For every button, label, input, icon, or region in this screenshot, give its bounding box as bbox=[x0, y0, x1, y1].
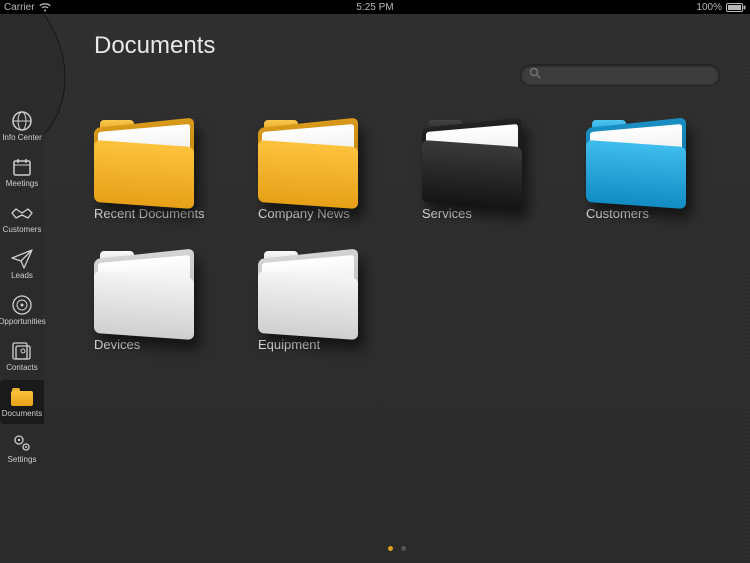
folder-icon bbox=[258, 251, 358, 331]
page-indicator[interactable] bbox=[388, 546, 406, 551]
sidebar-item-label: Contacts bbox=[6, 364, 38, 372]
sidebar-item-documents[interactable]: Documents bbox=[0, 380, 44, 424]
page-dot-1[interactable] bbox=[388, 546, 393, 551]
sidebar-item-leads[interactable]: Leads bbox=[0, 242, 44, 286]
sidebar-item-label: Customers bbox=[3, 226, 42, 234]
wifi-icon bbox=[39, 3, 51, 12]
sidebar-item-label: Opportunities bbox=[0, 318, 46, 326]
folder-label: Services bbox=[422, 206, 556, 221]
target-icon bbox=[10, 294, 34, 316]
battery-label: 100% bbox=[696, 2, 722, 13]
sidebar-item-label: Meetings bbox=[6, 180, 38, 188]
sidebar-item-customers[interactable]: Customers bbox=[0, 196, 44, 240]
folder-icon bbox=[422, 120, 522, 200]
folder-label: Devices bbox=[94, 337, 228, 352]
sidebar: Info Center Meetings Customers Leads Opp… bbox=[0, 14, 44, 563]
search-box[interactable] bbox=[520, 64, 720, 86]
search-icon bbox=[529, 66, 541, 84]
sidebar-item-opportunities[interactable]: Opportunities bbox=[0, 288, 44, 332]
sidebar-item-contacts[interactable]: Contacts bbox=[0, 334, 44, 378]
folder-equipment[interactable]: Equipment bbox=[258, 251, 392, 352]
folder-label: Company News bbox=[258, 206, 392, 221]
folder-grid: Recent Documents Company News Services C… bbox=[94, 120, 720, 352]
main-panel: Documents Recent Documents Company News … bbox=[44, 14, 750, 563]
search-input[interactable] bbox=[547, 69, 711, 81]
folder-services[interactable]: Services bbox=[422, 120, 556, 221]
folder-icon bbox=[10, 386, 34, 408]
folder-recent-documents[interactable]: Recent Documents bbox=[94, 120, 228, 221]
folder-icon bbox=[258, 120, 358, 200]
battery-icon bbox=[726, 3, 746, 12]
calendar-icon bbox=[10, 156, 34, 178]
folder-icon bbox=[94, 120, 194, 200]
sidebar-item-label: Documents bbox=[2, 410, 42, 418]
carrier-label: Carrier bbox=[4, 2, 35, 13]
folder-label: Equipment bbox=[258, 337, 392, 352]
page-dot-2[interactable] bbox=[401, 546, 406, 551]
folder-icon bbox=[94, 251, 194, 331]
folder-company-news[interactable]: Company News bbox=[258, 120, 392, 221]
globe-icon bbox=[10, 110, 34, 132]
sidebar-item-label: Info Center bbox=[2, 134, 42, 142]
folder-icon bbox=[586, 120, 686, 200]
sidebar-item-info-center[interactable]: Info Center bbox=[0, 104, 44, 148]
folder-devices[interactable]: Devices bbox=[94, 251, 228, 352]
contacts-icon bbox=[10, 340, 34, 362]
sidebar-item-meetings[interactable]: Meetings bbox=[0, 150, 44, 194]
page-title: Documents bbox=[94, 32, 720, 60]
clock: 5:25 PM bbox=[356, 2, 393, 13]
sidebar-item-label: Settings bbox=[8, 456, 37, 464]
sidebar-item-label: Leads bbox=[11, 272, 33, 280]
folder-label: Recent Documents bbox=[94, 206, 228, 221]
folder-label: Customers bbox=[586, 206, 720, 221]
sidebar-item-settings[interactable]: Settings bbox=[0, 426, 44, 470]
folder-customers[interactable]: Customers bbox=[586, 120, 720, 221]
status-bar: Carrier 5:25 PM 100% bbox=[0, 0, 750, 14]
paperplane-icon bbox=[10, 248, 34, 270]
gears-icon bbox=[10, 432, 34, 454]
handshake-icon bbox=[10, 202, 34, 224]
